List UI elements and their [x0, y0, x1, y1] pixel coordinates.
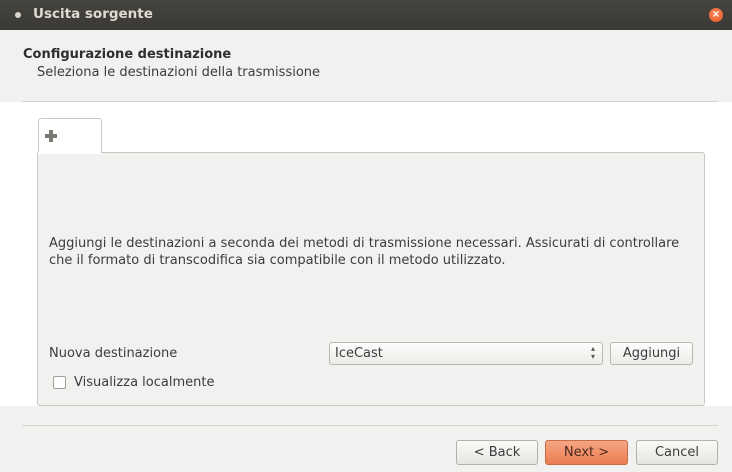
footer-divider — [22, 425, 718, 426]
show-locally-label[interactable]: Visualizza localmente — [74, 375, 214, 390]
destinations-panel — [37, 152, 705, 406]
tab-add-destination[interactable] — [38, 118, 102, 153]
destination-type-select[interactable]: IceCast ▴ ▾ — [329, 342, 603, 365]
tab-connector — [38, 152, 101, 154]
header-divider — [22, 101, 718, 102]
wizard-header: Configurazione destinazione Seleziona le… — [0, 30, 732, 102]
plus-icon — [45, 130, 57, 142]
add-destination-button[interactable]: Aggiungi — [610, 342, 693, 365]
panel-description: Aggiungi le destinazioni a seconda dei m… — [49, 236, 680, 268]
new-destination-label: Nuova destinazione — [49, 346, 178, 361]
show-locally-checkbox[interactable] — [53, 376, 66, 389]
back-button[interactable]: < Back — [456, 440, 538, 465]
page-subtitle: Seleziona le destinazioni della trasmiss… — [37, 65, 321, 80]
destination-type-value: IceCast — [335, 346, 383, 361]
cancel-button[interactable]: Cancel — [636, 440, 718, 465]
window-title: Uscita sorgente — [33, 6, 153, 22]
page-title: Configurazione destinazione — [23, 47, 232, 62]
window-menu-dot-icon[interactable] — [15, 12, 21, 18]
up-down-arrows-icon: ▴ ▾ — [590, 344, 595, 361]
title-bar: Uscita sorgente × — [0, 0, 732, 30]
next-button[interactable]: Next > — [545, 440, 628, 465]
close-window-button[interactable]: × — [709, 8, 723, 22]
